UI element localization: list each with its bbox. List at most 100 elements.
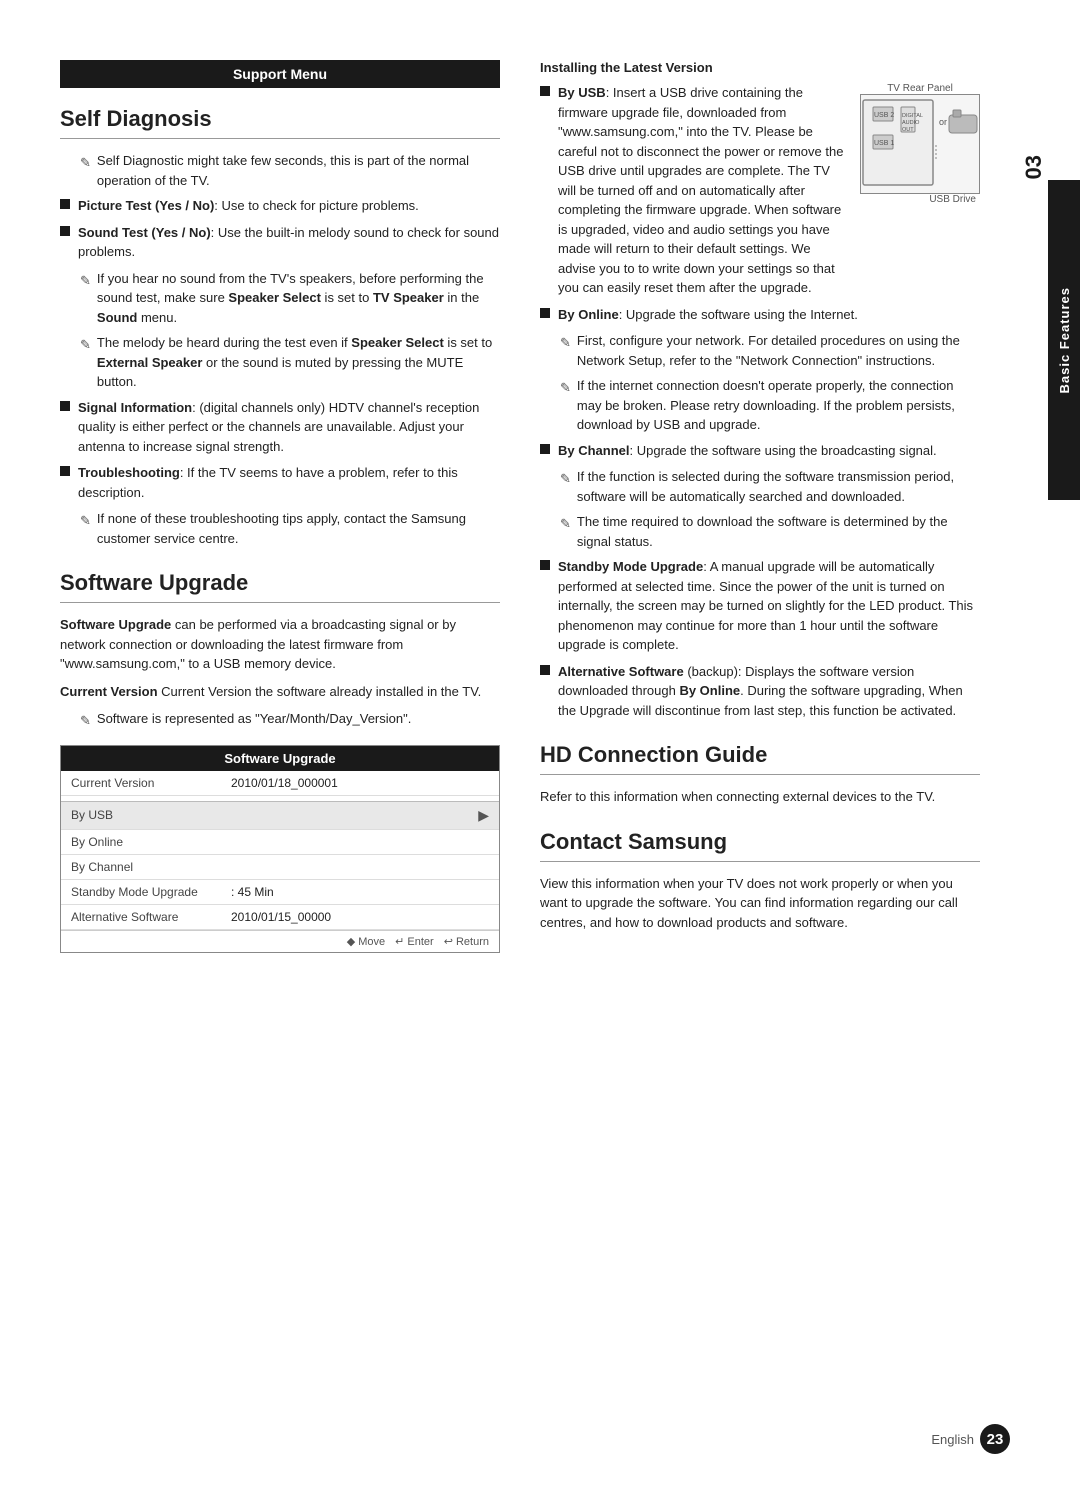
alt-by-online: By Online [679,683,740,698]
sound-sub1: ✎ If you hear no sound from the TV's spe… [80,269,500,328]
sw-footer-enter: ↵ Enter [395,935,434,948]
signal-info-label: Signal Information [78,400,192,415]
troubleshoot-sub1-text: If none of these troubleshooting tips ap… [97,509,500,548]
sw-value-current: 2010/01/18_000001 [231,776,489,790]
bullet-square-2 [60,226,70,236]
pencil-icon-o2: ✎ [560,378,571,398]
standby-upgrade-bullet: Standby Mode Upgrade: A manual upgrade w… [540,557,980,655]
self-diagnosis-intro-text: Self Diagnostic might take few seconds, … [97,151,500,190]
by-usb-label: By USB [558,85,606,100]
sw-row-standby[interactable]: Standby Mode Upgrade : 45 Min [61,880,499,905]
by-usb-section: TV Rear Panel USB 2 USB 1 [540,83,980,305]
by-online-bullet: By Online: Upgrade the software using th… [540,305,980,325]
sw-table-header: Software Upgrade [61,746,499,771]
bullet-square-alt [540,665,550,675]
by-channel-label: By Channel [558,443,630,458]
sw-version-format-text: Software is represented as "Year/Month/D… [97,709,500,729]
pencil-icon-t1: ✎ [80,511,91,531]
by-channel-bullet: By Channel: Upgrade the software using t… [540,441,980,461]
sw-row-alt-software[interactable]: Alternative Software 2010/01/15_00000 [61,905,499,930]
software-upgrade-table: Software Upgrade Current Version 2010/01… [60,745,500,953]
pencil-icon-c2: ✎ [560,514,571,534]
bullet-square-1 [60,199,70,209]
sound-test-label: Sound Test (Yes / No) [78,225,211,240]
sw-row-by-online[interactable]: By Online [61,830,499,855]
bullet-square-standby [540,560,550,570]
channel-sub2-text: The time required to download the softwa… [577,512,980,551]
picture-test-bullet: Picture Test (Yes / No): Use to check fo… [60,196,500,216]
sw-value-alt: 2010/01/15_00000 [231,910,489,924]
svg-text:DIGITAL: DIGITAL [902,113,923,119]
sw-cv-text: Current Version the software already ins… [161,684,481,699]
svg-text:AUDIO: AUDIO [902,120,920,126]
pencil-icon-s1: ✎ [80,271,91,291]
pencil-icon-intro: ✎ [80,153,91,173]
pencil-icon-o1: ✎ [560,333,571,353]
sw-intro2: Current Version Current Version the soft… [60,682,500,702]
svg-text:USB 1: USB 1 [874,140,894,147]
by-online-text: By Online: Upgrade the software using th… [558,305,980,325]
self-diagnosis-intro-bullet: ✎ Self Diagnostic might take few seconds… [80,151,500,190]
contact-samsung-section: Contact Samsung View this information wh… [540,829,980,933]
sw-row-by-channel[interactable]: By Channel [61,855,499,880]
page-number: 23 [980,1424,1010,1454]
installing-title: Installing the Latest Version [540,60,980,75]
sw-intro1: Software Upgrade can be performed via a … [60,615,500,674]
hd-connection-title: HD Connection Guide [540,742,980,775]
signal-info-text: Signal Information: (digital channels on… [78,398,500,457]
right-column: Installing the Latest Version TV Rear Pa… [540,60,1020,1434]
svg-text:OUT: OUT [902,127,914,133]
sw-footer-move: ◆ Move [347,935,385,948]
tv-rear-svg: USB 2 USB 1 DIGITAL AUDIO OUT or [861,95,981,195]
sw-arrow-usb: ▶ [478,807,489,824]
hd-connection-text: Refer to this information when connectin… [540,787,980,807]
tv-rear-panel-label: TV Rear Panel [860,83,980,94]
standby-upgrade-text: Standby Mode Upgrade: A manual upgrade w… [558,557,980,655]
software-upgrade-section: Software Upgrade Software Upgrade can be… [60,570,500,953]
self-diagnosis-section: Self Diagnosis ✎ Self Diagnostic might t… [60,106,500,548]
bullet-square-3 [60,401,70,411]
sw-value-standby: : 45 Min [231,885,489,899]
left-column: Support Menu Self Diagnosis ✎ Self Diagn… [60,60,500,1434]
bullet-square-usb [540,86,550,96]
main-columns: Support Menu Self Diagnosis ✎ Self Diagn… [60,60,1020,1434]
sound-sub1-text: If you hear no sound from the TV's speak… [97,269,500,328]
sw-row-current-version: Current Version 2010/01/18_000001 [61,771,499,796]
bullet-square-online [540,308,550,318]
online-sub2: ✎ If the internet connection doesn't ope… [560,376,980,435]
sw-label-channel: By Channel [71,860,231,874]
channel-sub2: ✎ The time required to download the soft… [560,512,980,551]
bullet-square-4 [60,466,70,476]
chapter-number: 03 [1021,155,1047,179]
sound-sub2: ✎ The melody be heard during the test ev… [80,333,500,392]
sw-cv-label: Current Version [60,684,158,699]
sound-sub2-text: The melody be heard during the test even… [97,333,500,392]
sw-table-footer: ◆ Move ↵ Enter ↩ Return [61,930,499,952]
troubleshooting-label: Troubleshooting [78,465,180,480]
troubleshooting-bullet: Troubleshooting: If the TV seems to have… [60,463,500,502]
page-container: Basic Features 03 Support Menu Self Diag… [0,0,1080,1494]
sw-footer-return: ↩ Return [444,935,489,948]
by-usb-text: By USB: Insert a USB drive containing th… [558,83,846,298]
contact-samsung-text: View this information when your TV does … [540,874,980,933]
contact-samsung-title: Contact Samsung [540,829,980,862]
channel-sub1-text: If the function is selected during the s… [577,467,980,506]
tv-diagram-area: TV Rear Panel USB 2 USB 1 [860,83,980,205]
chapter-title: Basic Features [1057,287,1072,394]
picture-test-text: Picture Test (Yes / No): Use to check fo… [78,196,500,216]
online-sub2-text: If the internet connection doesn't opera… [577,376,980,435]
troubleshooting-text: Troubleshooting: If the TV seems to have… [78,463,500,502]
channel-sub1: ✎ If the function is selected during the… [560,467,980,506]
bullet-square-channel [540,444,550,454]
sw-row-by-usb[interactable]: By USB ▶ [61,802,499,830]
sw-label-alt: Alternative Software [71,910,231,924]
alt-software-bullet: Alternative Software (backup): Displays … [540,662,980,721]
signal-info-bullet: Signal Information: (digital channels on… [60,398,500,457]
pencil-icon-sw: ✎ [80,711,91,731]
sw-label-online: By Online [71,835,231,849]
by-channel-text: By Channel: Upgrade the software using t… [558,441,980,461]
usb-drive-label: USB Drive [860,194,980,205]
sw-version-format: ✎ Software is represented as "Year/Month… [80,709,500,731]
page-footer: English 23 [931,1424,1010,1454]
sw-label-standby: Standby Mode Upgrade [71,885,231,899]
